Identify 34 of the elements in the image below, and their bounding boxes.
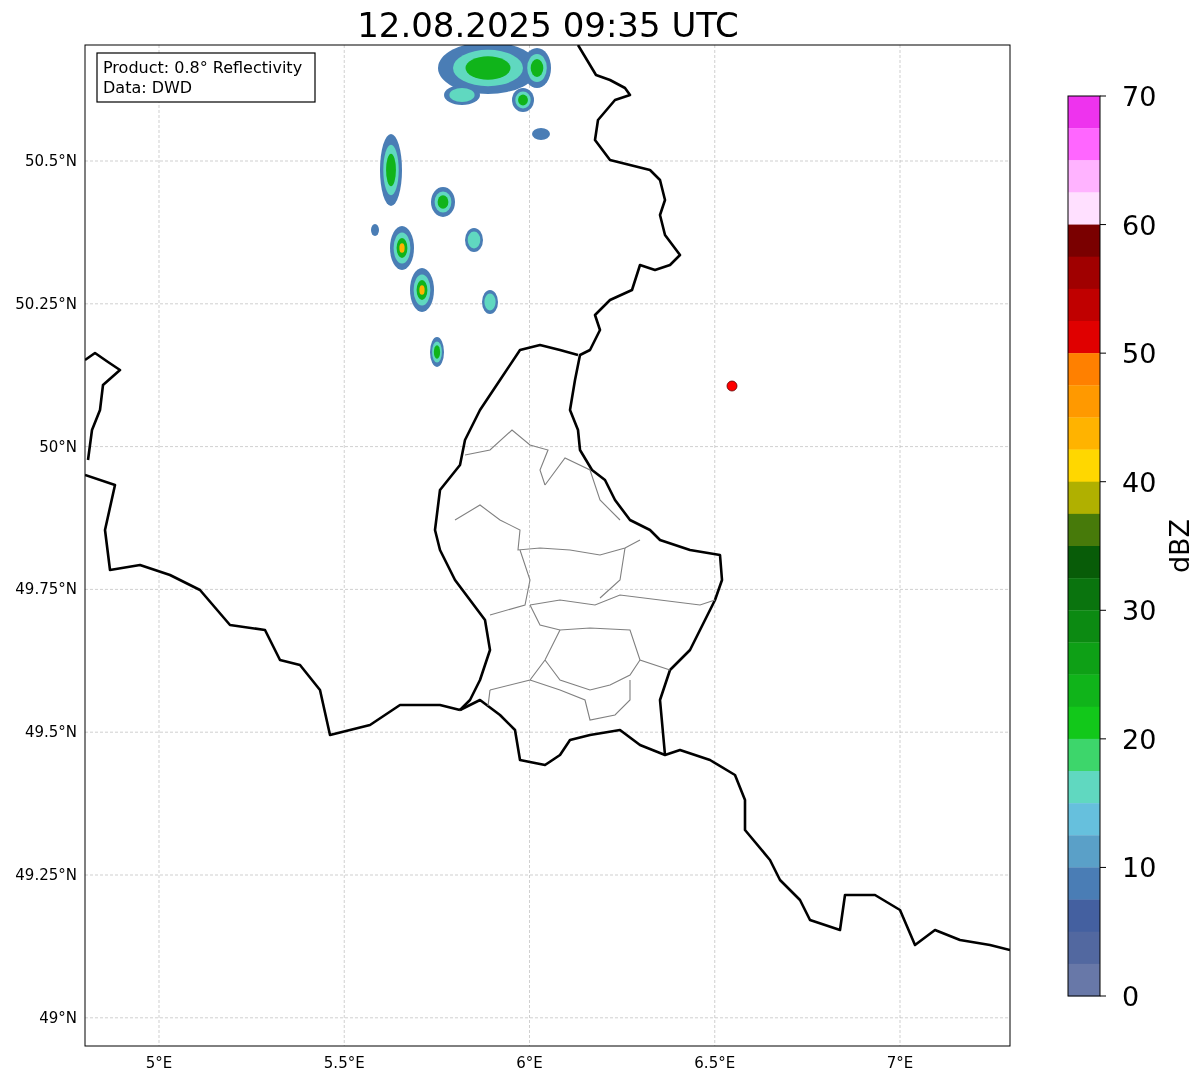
axis-tick-label: 6°E <box>516 1054 543 1072</box>
radar-echo <box>380 134 402 206</box>
radar-echo <box>430 337 444 367</box>
axis-tick-label: 7°E <box>886 1054 914 1072</box>
legend-text: Product: 0.8° Reflectivity <box>103 58 303 77</box>
axis-tick-label: 49°N <box>39 1008 77 1027</box>
colorbar-tick-label: 40 <box>1122 466 1157 498</box>
colorbar-tick-label: 30 <box>1122 595 1157 627</box>
radar-echo <box>465 228 483 252</box>
axis-tick-label: 6.5°E <box>694 1054 736 1072</box>
axis-tick-label: 5.5°E <box>323 1054 365 1072</box>
axis-tick-label: 49.5°N <box>24 723 77 742</box>
axis-tick-label: 50.25°N <box>15 294 77 313</box>
radar-echo <box>431 187 455 217</box>
colorbar-tick-label: 50 <box>1122 338 1157 370</box>
legend-text: Data: DWD <box>103 78 193 97</box>
colorbar-tick-label: 10 <box>1122 852 1157 884</box>
colorbar-label: dBZ <box>1164 518 1195 574</box>
radar-echo <box>390 226 414 270</box>
radar-echo <box>532 128 550 140</box>
axis-tick-label: 49.25°N <box>15 866 77 884</box>
chart-title: 12.08.2025 09:35 UTC <box>357 5 739 45</box>
axis-tick-label: 50°N <box>39 437 77 456</box>
colorbar-tick-label: 20 <box>1122 723 1157 755</box>
axis-tick-label: 5°E <box>145 1054 173 1072</box>
location-marker <box>726 380 738 392</box>
radar-echo <box>482 290 498 314</box>
colorbar-tick-label: 0 <box>1122 981 1140 1012</box>
radar-echo <box>410 268 434 312</box>
axis-tick-label: 49.75°N <box>15 580 77 599</box>
colorbar-tick-label: 60 <box>1122 209 1157 241</box>
colorbar-tick-label: 70 <box>1122 81 1157 112</box>
radar-echo <box>371 224 379 236</box>
axis-tick-label: 50.5°N <box>24 152 77 170</box>
